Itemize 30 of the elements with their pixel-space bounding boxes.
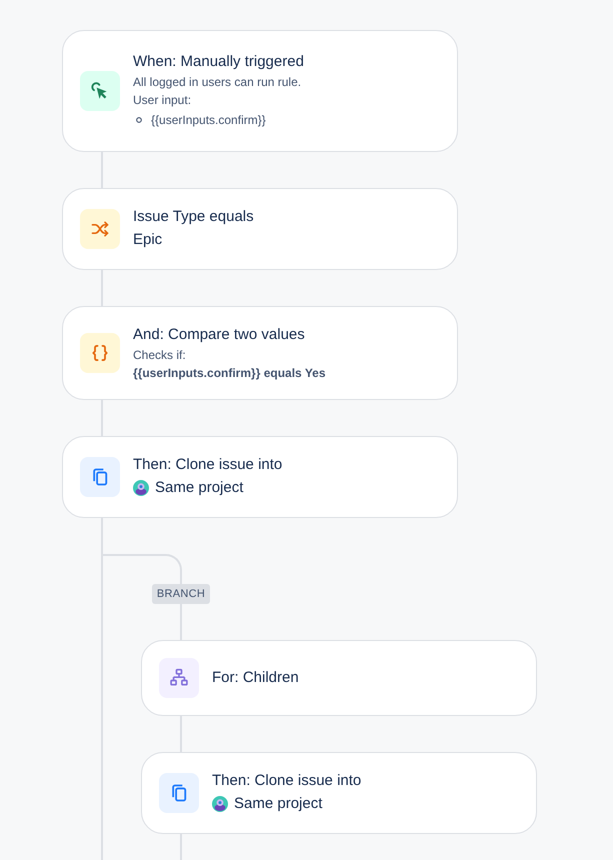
step-title: When: Manually triggered	[133, 52, 304, 72]
shuffle-icon	[80, 209, 120, 249]
hierarchy-icon	[159, 658, 199, 698]
cursor-click-icon	[80, 71, 120, 111]
action-card[interactable]: Then: Clone issue into Same project	[62, 436, 458, 518]
step-note: Checks if:	[133, 347, 187, 364]
step-title: For: Children	[212, 668, 299, 688]
step-title: And: Compare two values	[133, 325, 306, 345]
compare-card[interactable]: And: Compare two values Checks if: {{userInputs.confirm}} equals Yes	[62, 306, 458, 400]
braces-icon	[80, 333, 120, 373]
step-title: Issue Type equals	[133, 207, 254, 227]
project-avatar-icon	[212, 796, 228, 812]
copy-icon	[80, 457, 120, 497]
step-title: Then: Clone issue into	[133, 455, 282, 475]
copy-icon	[159, 773, 199, 813]
branch-label: BRANCH	[152, 584, 210, 604]
user-input-variable: {{userInputs.confirm}}	[151, 112, 266, 129]
project-avatar-icon	[133, 480, 149, 496]
trigger-card[interactable]: When: Manually triggered All logged in users can run rule. User input: {{userInputs.confirm}}	[62, 30, 458, 152]
project-name: Same project	[155, 478, 244, 498]
step-note: All logged in users can run rule.	[133, 74, 302, 91]
step-note: User input:	[133, 92, 192, 109]
step-title: Then: Clone issue into	[212, 771, 362, 791]
condition-expression: {{userInputs.confirm}} equals Yes	[133, 365, 326, 382]
loop-card[interactable]: For: Children	[141, 640, 537, 716]
step-value: Epic	[133, 230, 164, 250]
action-card[interactable]: Then: Clone issue into Same project	[141, 752, 537, 834]
bullet-icon	[136, 117, 142, 123]
project-name: Same project	[234, 794, 322, 814]
condition-card[interactable]: Issue Type equals Epic	[62, 188, 458, 270]
